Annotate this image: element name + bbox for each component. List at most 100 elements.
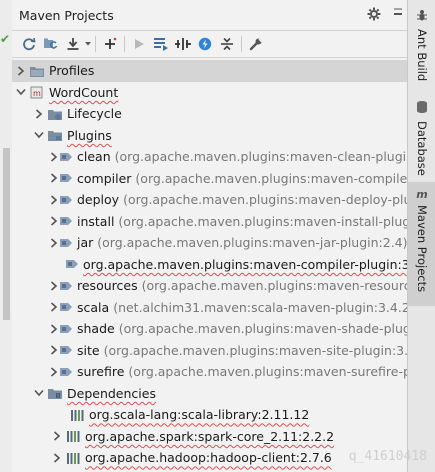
plugin-coordinates: (org.apache.maven.plugins:maven-resource <box>141 278 419 294</box>
plugin-icon <box>64 256 80 272</box>
add-icon[interactable] <box>99 33 121 55</box>
tree-row-project[interactable]: m WordCount <box>12 82 407 104</box>
chevron-down-icon[interactable] <box>32 131 46 139</box>
dependency-name: org.scala-lang:scala-library:2.11.12 <box>89 407 310 423</box>
plugin-name: scala <box>77 299 110 315</box>
plugin-coordinates: (org.apache.maven.plugins:maven-surefire… <box>128 364 423 380</box>
chevron-right-icon[interactable] <box>50 367 58 377</box>
gear-icon[interactable] <box>367 7 381 24</box>
dependency-name: org.apache.hadoop:hadoop-client:2.7.6 <box>85 450 332 466</box>
chevron-right-icon[interactable] <box>50 453 64 463</box>
tab-maven-projects[interactable]: m Maven Projects <box>408 182 435 306</box>
download-dropdown-icon[interactable] <box>84 33 92 55</box>
tab-label: Maven Projects <box>415 205 429 293</box>
chevron-right-icon[interactable] <box>50 195 58 205</box>
chevron-right-icon[interactable] <box>50 238 58 248</box>
plugin-coordinates: (org.apache.maven.plugins:maven-jar-plug… <box>97 235 408 251</box>
tree-row-plugins[interactable]: Plugins <box>12 125 407 147</box>
tree-row-plugin[interactable]: clean (org.apache.maven.plugins:maven-cl… <box>12 146 426 168</box>
chevron-right-icon[interactable] <box>14 66 28 76</box>
tree-row-plugin[interactable]: resources (org.apache.maven.plugins:mave… <box>12 275 418 297</box>
plugin-name: jar <box>77 235 94 251</box>
plugin-coordinates: (org.apache.maven.plugins:maven-install-… <box>118 213 414 229</box>
chevron-down-icon[interactable] <box>14 88 28 96</box>
ant-icon <box>415 8 429 25</box>
maven-tree: Profiles m WordCount Lifecycle Plugins c… <box>12 58 426 469</box>
plugin-name: shade <box>77 321 115 337</box>
tree-row-plugin[interactable]: org.apache.maven.plugins:maven-compiler-… <box>12 254 422 276</box>
plugin-name: surefire <box>77 364 125 380</box>
chevron-right-icon[interactable] <box>50 281 58 291</box>
tree-row-plugin[interactable]: compiler (org.apache.maven.plugins:maven… <box>12 168 424 190</box>
chevron-right-icon[interactable] <box>50 345 58 355</box>
execute-goal-icon[interactable] <box>150 33 172 55</box>
dependencies-folder-icon <box>46 385 64 401</box>
plugin-icon <box>58 342 74 358</box>
plugin-icon <box>58 235 74 251</box>
tree-row-lifecycle[interactable]: Lifecycle <box>12 103 407 125</box>
panel-toolbar <box>12 31 407 58</box>
tree-row-dependencies[interactable]: Dependencies <box>12 383 407 405</box>
plugin-coordinates: (net.alchim31.maven:scala-maven-plugin:3… <box>113 299 415 315</box>
library-icon <box>68 407 86 423</box>
plugin-icon <box>58 321 74 337</box>
chevron-down-icon[interactable] <box>32 389 46 397</box>
plugin-name: site <box>77 342 100 358</box>
plugin-icon <box>58 213 74 229</box>
plugins-label: Plugins <box>67 127 112 143</box>
tree-row-plugin[interactable]: site (org.apache.maven.plugins:maven-sit… <box>12 340 421 362</box>
chevron-right-icon[interactable] <box>50 216 58 226</box>
tree-row-plugin[interactable]: shade (org.apache.maven.plugins:maven-sh… <box>12 318 422 340</box>
tree-row-plugin[interactable]: scala (net.alchim31.maven:scala-maven-pl… <box>12 297 415 319</box>
toolbar-separator <box>124 36 125 52</box>
plugin-name: clean <box>77 149 111 165</box>
settings-wrench-icon[interactable] <box>245 33 267 55</box>
left-scrollbar-thumb[interactable] <box>3 148 10 320</box>
plugin-icon <box>58 149 74 165</box>
tree-row-dependency[interactable]: org.apache.spark:spark-core_2.11:2.2.2 <box>12 426 407 448</box>
chevron-right-icon[interactable] <box>50 173 58 183</box>
plugin-name: org.apache.maven.plugins:maven-compiler-… <box>83 256 422 272</box>
tab-label: Ant Build <box>415 29 429 82</box>
tab-database[interactable]: Database <box>408 100 435 176</box>
tree-row-plugin[interactable]: jar (org.apache.maven.plugins:maven-jar-… <box>12 232 408 254</box>
tree-row-plugin[interactable]: surefire (org.apache.maven.plugins:maven… <box>12 361 422 383</box>
plugin-coordinates: (org.apache.maven.plugins:maven-deploy-p… <box>123 192 420 208</box>
plugin-icon <box>58 364 74 380</box>
chevron-right-icon[interactable] <box>50 324 58 334</box>
plugin-coordinates: (org.apache.maven.plugins:maven-clean-pl… <box>114 149 427 165</box>
library-icon <box>64 450 82 466</box>
plugin-icon <box>58 278 74 294</box>
chevron-right-icon[interactable] <box>50 431 64 441</box>
lifecycle-folder-icon <box>46 106 64 122</box>
plugin-coordinates: (org.apache.maven.plugins:maven-site-plu… <box>103 342 421 358</box>
plugin-icon <box>58 192 74 208</box>
hide-panel-icon[interactable] <box>391 7 405 24</box>
profiles-folder-icon <box>28 63 46 79</box>
chevron-right-icon[interactable] <box>50 152 58 162</box>
generate-sources-icon[interactable] <box>40 33 62 55</box>
plugin-coordinates: (org.apache.maven.plugins:maven-compiler… <box>135 170 425 186</box>
reimport-icon[interactable] <box>18 33 40 55</box>
library-icon <box>64 428 82 444</box>
tree-row-profiles[interactable]: Profiles <box>12 60 407 82</box>
toolbar-separator <box>95 36 96 52</box>
database-icon <box>415 100 429 117</box>
chevron-right-icon[interactable] <box>50 302 58 312</box>
tree-row-plugin[interactable]: install (org.apache.maven.plugins:maven-… <box>12 211 414 233</box>
skip-tests-icon[interactable] <box>194 33 216 55</box>
tab-ant-build[interactable]: Ant Build <box>408 8 435 81</box>
run-icon[interactable] <box>128 33 150 55</box>
plugin-coordinates: (org.apache.maven.plugins:maven-shade-pl… <box>118 321 423 337</box>
svg-text:m: m <box>33 89 41 98</box>
download-icon[interactable] <box>62 33 84 55</box>
toggle-offline-icon[interactable] <box>172 33 194 55</box>
plugin-name: resources <box>77 278 138 294</box>
plugin-name: install <box>77 213 115 229</box>
plugin-icon <box>58 299 74 315</box>
tree-row-plugin[interactable]: deploy (org.apache.maven.plugins:maven-d… <box>12 189 419 211</box>
chevron-right-icon[interactable] <box>32 109 46 119</box>
plugin-icon <box>58 170 74 186</box>
collapse-all-icon[interactable] <box>216 33 238 55</box>
tree-row-dependency[interactable]: org.scala-lang:scala-library:2.11.12 <box>12 404 407 426</box>
